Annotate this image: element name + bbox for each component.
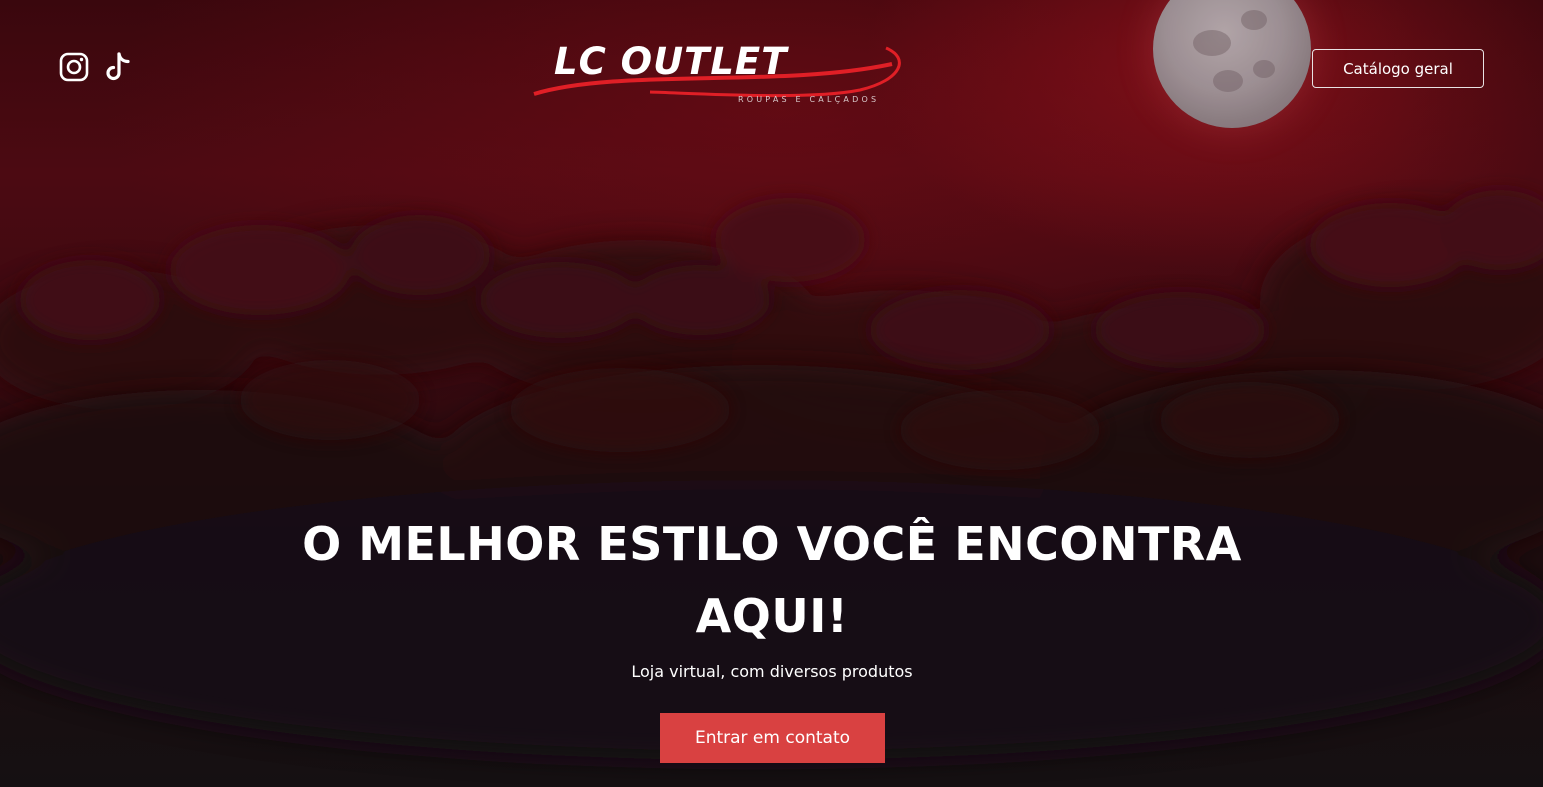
hero-subtitle: Loja virtual, com diversos produtos — [631, 662, 913, 681]
catalog-button[interactable]: Catálogo geral — [1312, 49, 1484, 88]
hero-headline: O MELHOR ESTILO VOCÊ ENCONTRA AQUI! — [271, 508, 1273, 652]
contact-button[interactable]: Entrar em contato — [660, 713, 885, 763]
brand-logo[interactable]: LC OUTLET ROUPAS E CALÇADOS — [530, 38, 912, 112]
headline-line-1: O MELHOR ESTILO VOCÊ ENCONTRA — [302, 517, 1242, 571]
social-links — [58, 50, 134, 84]
logo-tagline: ROUPAS E CALÇADOS — [738, 95, 880, 104]
logo-title: LC OUTLET — [554, 40, 788, 83]
tiktok-icon[interactable] — [102, 50, 134, 84]
instagram-icon[interactable] — [58, 50, 90, 84]
hero-section: LC OUTLET ROUPAS E CALÇADOS Catálogo ger… — [0, 0, 1543, 787]
headline-line-2: AQUI! — [695, 589, 849, 643]
